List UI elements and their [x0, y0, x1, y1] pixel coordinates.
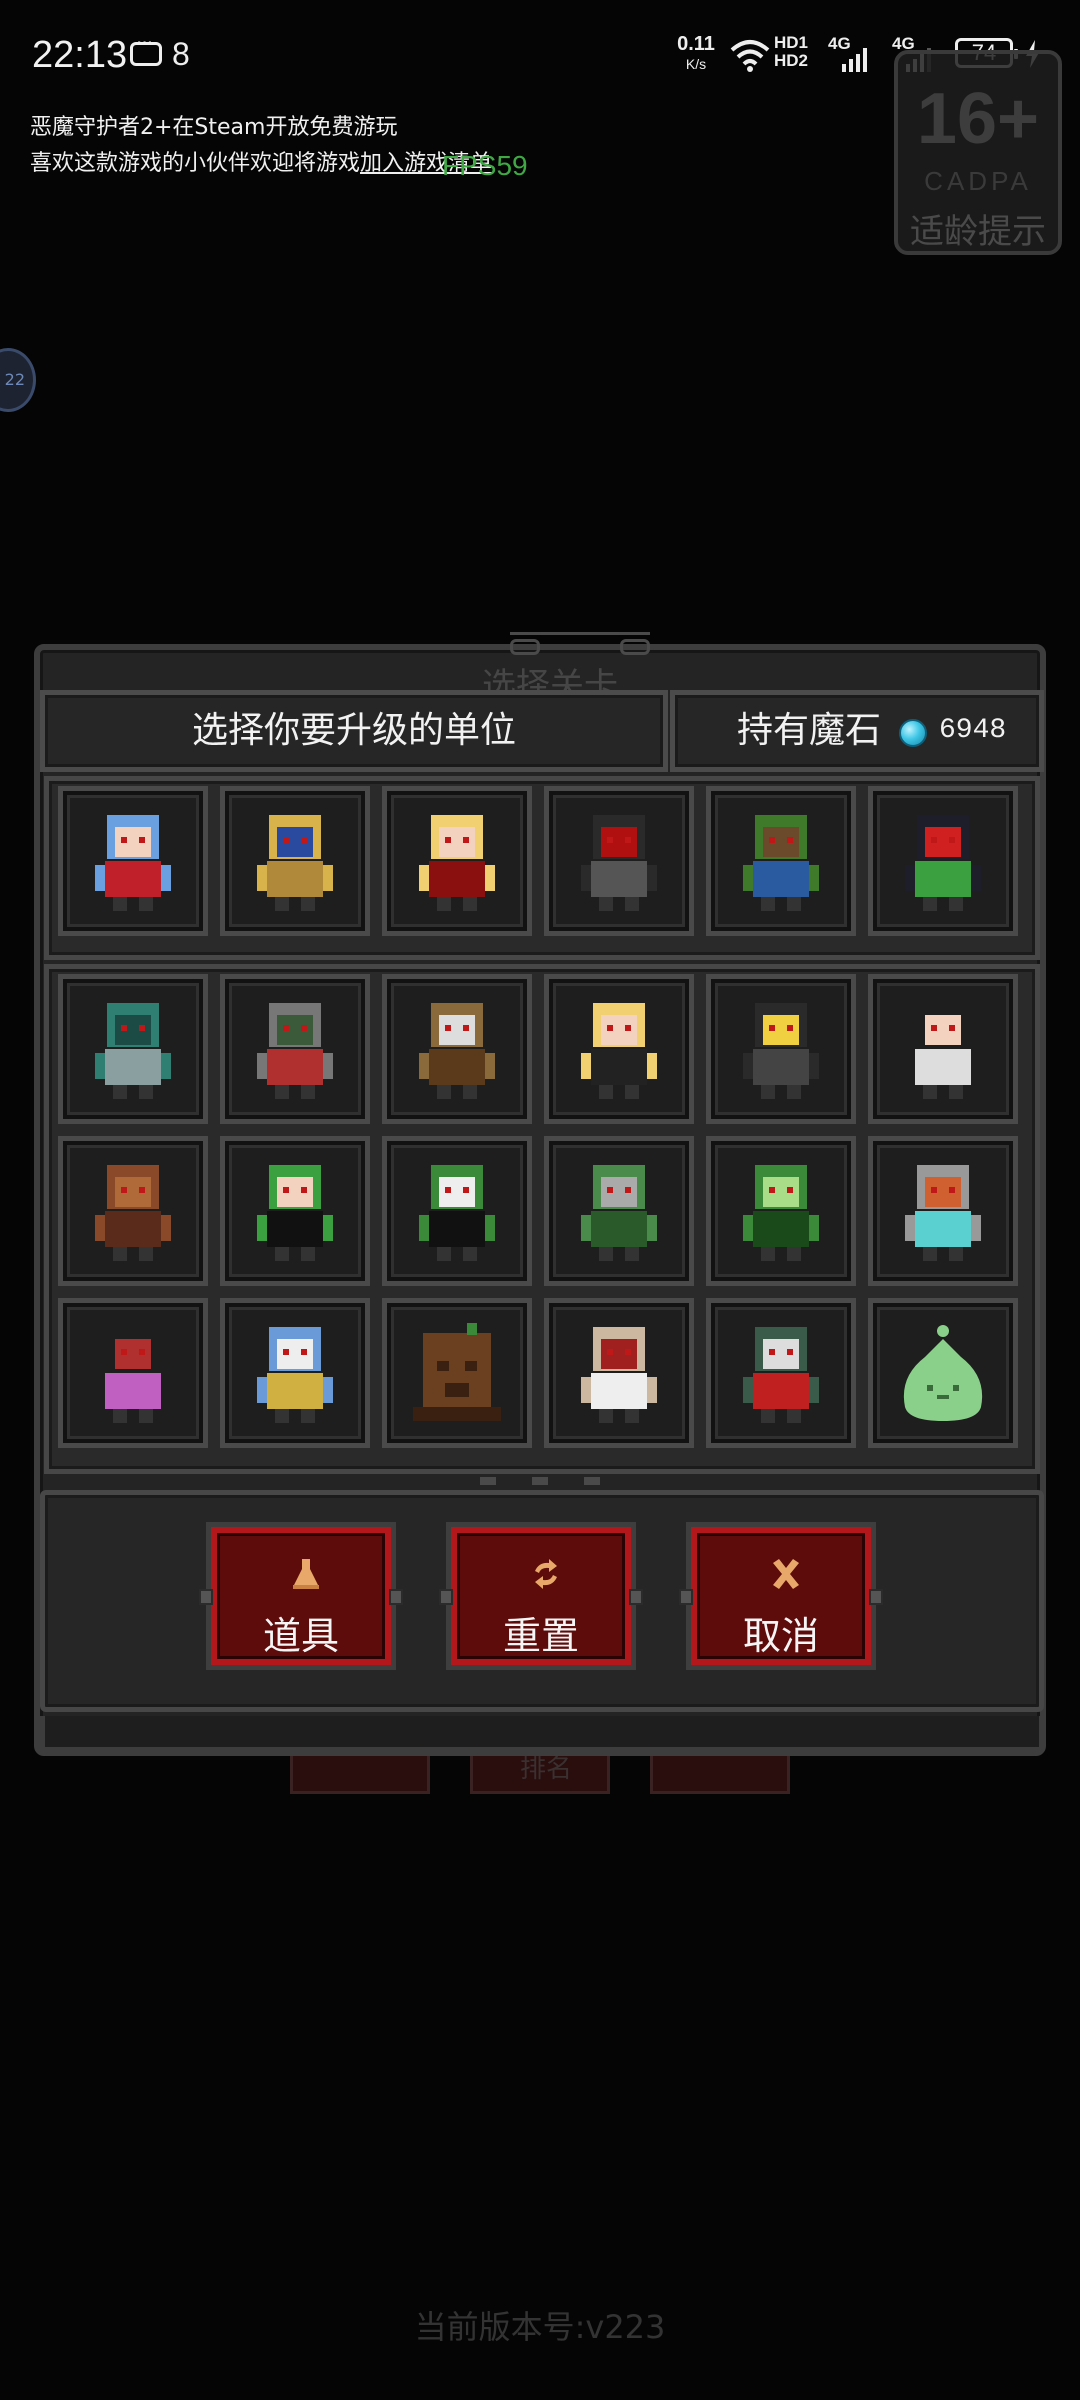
signal-sim1: 4G	[828, 34, 867, 72]
signal-bars-icon	[842, 48, 867, 72]
currency-value: 6948	[939, 715, 1007, 746]
currency-display: 持有魔石 6948	[670, 690, 1044, 772]
unit-slot-feather-mask-shaman[interactable]	[220, 974, 370, 1124]
hooded-reaper-icon	[581, 815, 657, 911]
network-speed-value: 0.11	[677, 33, 715, 55]
unit-slot-green-slime[interactable]	[868, 1298, 1018, 1448]
notification-count: 8	[172, 36, 190, 72]
age-rating-org: CADPA	[924, 166, 1032, 196]
unit-slot-dark-mage[interactable]	[58, 1298, 208, 1448]
unit-slot-steam-robot[interactable]	[868, 1136, 1018, 1286]
horned-minotaur-icon	[419, 1003, 495, 1099]
unit-slot-goblin-warrior[interactable]	[706, 1298, 856, 1448]
unit-slot-green-haired-sorceress[interactable]	[220, 1136, 370, 1286]
message-icon	[130, 31, 162, 66]
unit-slot-treant-elder[interactable]	[706, 786, 856, 936]
items-button[interactable]: 道具	[199, 1522, 403, 1670]
age-rating-badge: 16+ CADPA 适龄提示	[894, 50, 1062, 255]
unit-slot-blonde-vampire-girl[interactable]	[382, 786, 532, 936]
black-bat-icon	[743, 1003, 819, 1099]
blonde-fairy-icon	[581, 1003, 657, 1099]
golden-pharaoh-icon	[257, 815, 333, 911]
promo-line2: 喜欢这款游戏的小伙伴欢迎将游戏加入游戏清单	[30, 146, 492, 182]
panel-header-title: 选择你要升级的单位	[191, 710, 516, 751]
steam-robot-icon	[905, 1165, 981, 1261]
age-rating-tip: 适龄提示	[910, 212, 1046, 252]
unit-slot-green-dragon[interactable]	[706, 1136, 856, 1286]
green-spiked-mummy-icon	[581, 1165, 657, 1261]
unit-slot-dark-cardinal[interactable]	[868, 786, 1018, 936]
panel-ornament	[510, 632, 650, 658]
frankenstein-icon	[419, 1165, 495, 1261]
rock-golem-icon	[95, 1165, 171, 1261]
status-time: 22:13	[32, 34, 128, 76]
dark-cardinal-icon	[905, 815, 981, 911]
cancel-button-label: 取消	[742, 1614, 819, 1658]
divider	[480, 1477, 600, 1485]
floating-assistant-ball[interactable]: 22	[0, 348, 36, 412]
promo-line2-prefix: 喜欢这款游戏的小伙伴欢迎将游戏	[30, 151, 361, 176]
hd1-label: HD1	[774, 33, 809, 52]
network-speed-unit: K/s	[685, 56, 707, 72]
teal-zombie-icon	[95, 1003, 171, 1099]
feather-mask-shaman-icon	[257, 1003, 333, 1099]
close-icon	[773, 1559, 799, 1589]
unit-slot-golden-pharaoh[interactable]	[220, 786, 370, 936]
unit-slot-black-bat[interactable]	[706, 974, 856, 1124]
green-slime-icon	[903, 1325, 983, 1421]
green-haired-sorceress-icon	[257, 1165, 333, 1261]
unit-slot-frankenstein[interactable]	[382, 1136, 532, 1286]
hd2-label: HD2	[774, 50, 809, 70]
unit-slot-hooded-nun[interactable]	[868, 974, 1018, 1124]
version-label: 当前版本号:v223	[414, 2308, 666, 2346]
tree-stump-icon	[413, 1323, 501, 1421]
hd-badge: HD1 HD2	[774, 34, 808, 70]
network-speed: 0.11 K/s	[668, 34, 724, 71]
promo-text: 恶魔守护者2+在Steam开放免费游玩 喜欢这款游戏的小伙伴欢迎将游戏加入游戏清…	[30, 110, 492, 182]
blue-haired-knight-icon	[257, 1327, 333, 1423]
background-button	[290, 1750, 430, 1794]
panel-header: 选择你要升级的单位	[40, 690, 668, 772]
fps-counter: FPS59	[442, 150, 528, 181]
goblin-warrior-icon	[743, 1327, 819, 1423]
dark-mage-icon	[95, 1327, 171, 1423]
skeleton-knight-icon	[581, 1327, 657, 1423]
reset-button-label: 重置	[502, 1614, 579, 1658]
hooded-nun-icon	[905, 1003, 981, 1099]
items-button-label: 道具	[262, 1614, 339, 1658]
refresh-icon	[535, 1559, 557, 1589]
unit-slot-blue-haired-princess[interactable]	[58, 786, 208, 936]
blue-haired-princess-icon	[95, 815, 171, 911]
wifi-icon	[730, 40, 770, 72]
reset-button[interactable]: 重置	[439, 1522, 643, 1670]
treant-elder-icon	[743, 815, 819, 911]
currency-label: 持有魔石	[737, 710, 882, 751]
unit-slot-green-spiked-mummy[interactable]	[544, 1136, 694, 1286]
unit-slot-blonde-fairy[interactable]	[544, 974, 694, 1124]
unit-slot-hooded-reaper[interactable]	[544, 786, 694, 936]
background-button	[650, 1750, 790, 1794]
green-dragon-icon	[743, 1165, 819, 1261]
potion-icon	[293, 1559, 319, 1589]
unit-slot-skeleton-knight[interactable]	[544, 1298, 694, 1448]
promo-line1: 恶魔守护者2+在Steam开放免费游玩	[30, 115, 398, 140]
unit-slot-blue-haired-knight[interactable]	[220, 1298, 370, 1448]
unit-slot-horned-minotaur[interactable]	[382, 974, 532, 1124]
magic-stone-icon	[899, 719, 927, 747]
unit-slot-tree-stump[interactable]	[382, 1298, 532, 1448]
panel-bottom-strip	[40, 1716, 1044, 1752]
unit-slot-rock-golem[interactable]	[58, 1136, 208, 1286]
unit-slot-teal-zombie[interactable]	[58, 974, 208, 1124]
cancel-button[interactable]: 取消	[679, 1522, 883, 1670]
age-rating-number: 16+	[916, 79, 1040, 159]
blonde-vampire-girl-icon	[419, 815, 495, 911]
